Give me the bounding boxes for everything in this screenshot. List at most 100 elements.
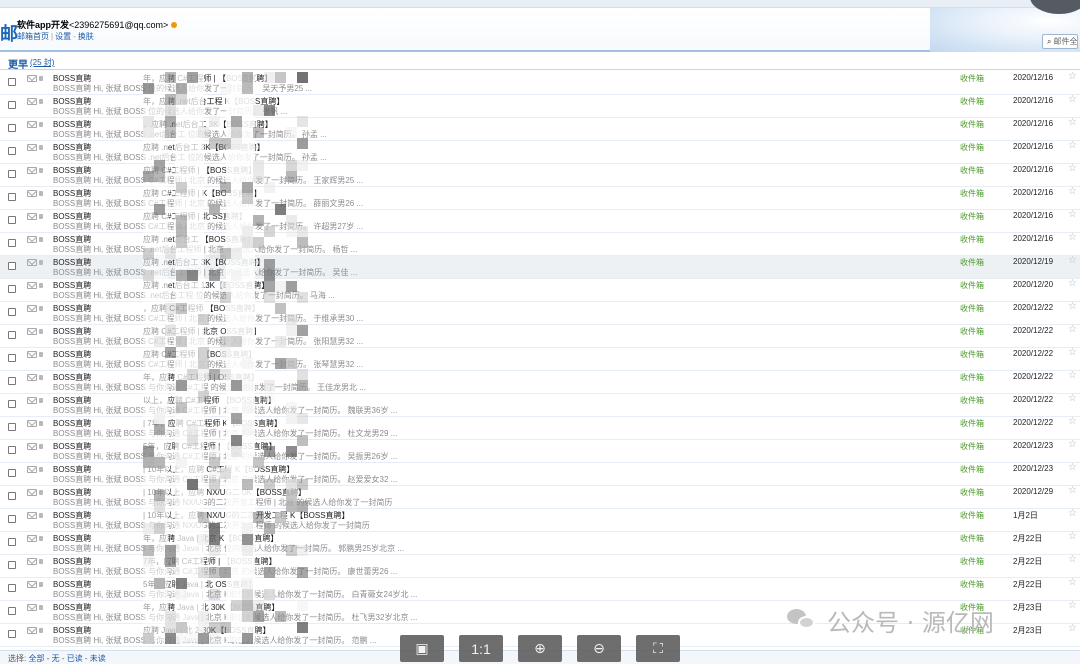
row-checkbox[interactable] (8, 630, 16, 638)
mail-row[interactable]: BOSS直聘 应聘 C#工程师 | 北 SS直聘】 BOSS直聘 Hi, 张斌 BO… (0, 210, 1080, 233)
mail-row[interactable]: BOSS直聘 | 7年，应聘 C#工程师 K【BOSS直聘】 BOSS直聘 Hi, … (0, 417, 1080, 440)
row-checkbox[interactable] (8, 285, 16, 293)
mail-row[interactable]: BOSS直聘 应聘 .net后台工 13K【BOSS直聘】 BOSS直聘 Hi, 张… (0, 279, 1080, 302)
mail-row[interactable]: BOSS直聘 ，应聘 .net后台工 3K【BOSS直聘】 BOSS直聘 Hi, 张… (0, 118, 1080, 141)
mail-row[interactable]: BOSS直聘 | 10年以上，应聘 NX/UG二 0K【BOSS直聘】 BOSS直聘… (0, 486, 1080, 509)
viewer-actual-size-button[interactable]: 1:1 (459, 635, 503, 662)
star-icon[interactable]: ☆ (1068, 118, 1077, 128)
star-icon[interactable]: ☆ (1068, 624, 1077, 634)
mail-date: 2020/12/16 (1013, 234, 1054, 243)
mail-preview: BOSS直聘 Hi, 张斌 BOSS .net后台工 位的候选人给你发了一封简历… (53, 130, 327, 139)
star-icon[interactable]: ☆ (1068, 279, 1077, 289)
viewer-zoom-out-button[interactable]: ⊖ (577, 635, 621, 662)
star-icon[interactable]: ☆ (1068, 164, 1077, 174)
select-unread[interactable]: 未读 (90, 654, 106, 663)
row-checkbox[interactable] (8, 239, 16, 247)
star-icon[interactable]: ☆ (1068, 325, 1077, 335)
row-checkbox[interactable] (8, 607, 16, 615)
star-icon[interactable]: ☆ (1068, 463, 1077, 473)
row-checkbox[interactable] (8, 584, 16, 592)
select-all[interactable]: 全部 (28, 654, 44, 663)
row-checkbox[interactable] (8, 147, 16, 155)
star-icon[interactable]: ☆ (1068, 141, 1077, 151)
mail-row[interactable]: BOSS直聘 应聘 .net后台工 【BOSS直聘】 BOSS直聘 Hi, 张斌 B… (0, 233, 1080, 256)
star-icon[interactable]: ☆ (1068, 210, 1077, 220)
star-icon[interactable]: ☆ (1068, 532, 1077, 542)
link-settings[interactable]: 设置 (55, 32, 71, 41)
row-checkbox[interactable] (8, 538, 16, 546)
select-read[interactable]: 已读 (67, 654, 83, 663)
mail-row[interactable]: BOSS直聘 以上，应聘 C#工程师 【BOSS直聘】 BOSS直聘 Hi, 张斌 … (0, 394, 1080, 417)
mail-row[interactable]: BOSS直聘 年，应聘 .net后台工程 K【BOSS直聘】 BOSS直聘 Hi, … (0, 95, 1080, 118)
mail-row[interactable]: BOSS直聘 ，应聘 C#工程师 【BOSS直聘】 BOSS直聘 Hi, 张斌 BO… (0, 302, 1080, 325)
mail-date: 2020/12/29 (1013, 487, 1054, 496)
row-checkbox[interactable] (8, 354, 16, 362)
row-checkbox[interactable] (8, 331, 16, 339)
mail-folder: 收件箱 (960, 373, 984, 382)
mail-row[interactable]: BOSS直聘 年，应聘 C#工程师 | OSS直聘】 BOSS直聘 Hi, 张斌 B… (0, 371, 1080, 394)
group-count[interactable]: (25 封) (30, 57, 54, 68)
row-checkbox[interactable] (8, 446, 16, 454)
mail-row[interactable]: BOSS直聘 应聘 C#工程师 | 【BOSS直聘】 BOSS直聘 Hi, 张斌 B… (0, 348, 1080, 371)
star-icon[interactable]: ☆ (1068, 72, 1077, 82)
search-input[interactable]: ⌕ 邮件全 (1042, 34, 1078, 49)
row-checkbox[interactable] (8, 515, 16, 523)
mail-row[interactable]: BOSS直聘 应聘 C#工程师 | K【BOSS直聘】 BOSS直聘 Hi, 张斌 … (0, 187, 1080, 210)
star-icon[interactable]: ☆ (1068, 601, 1077, 611)
row-checkbox[interactable] (8, 124, 16, 132)
mail-row[interactable]: BOSS直聘 5年，应聘 C#工程师 | 【BOSS直聘】 BOSS直聘 Hi, 张… (0, 440, 1080, 463)
star-icon[interactable]: ☆ (1068, 256, 1077, 266)
star-icon[interactable]: ☆ (1068, 95, 1077, 105)
mail-preview: BOSS直聘 Hi, 张斌 BOSS 与你沟通 C#工程师 | 北京 的候选人给… (53, 429, 398, 438)
watermark: 公众号 · 源亿网 (787, 600, 994, 640)
row-checkbox[interactable] (8, 216, 16, 224)
row-checkbox[interactable] (8, 423, 16, 431)
mail-row[interactable]: BOSS直聘 | 10年以上，应聘 C#工程 K【BOSS直聘】 BOSS直聘 Hi… (0, 463, 1080, 486)
row-checkbox[interactable] (8, 469, 16, 477)
envelope-icon (27, 282, 37, 289)
star-icon[interactable]: ☆ (1068, 486, 1077, 496)
star-icon[interactable]: ☆ (1068, 440, 1077, 450)
mail-preview: BOSS直聘 Hi, 张斌 BOSS 与你沟通 C#工程师 | 北京 的候选人给… (53, 567, 398, 576)
mail-row[interactable]: BOSS直聘 应聘 C#工程师 | 北京 OSS直聘】 BOSS直聘 Hi, 张斌 … (0, 325, 1080, 348)
link-mail-home[interactable]: 邮箱首页 (17, 32, 49, 41)
select-none[interactable]: 无 (52, 654, 60, 663)
mail-folder: 收件箱 (960, 97, 984, 106)
row-checkbox[interactable] (8, 308, 16, 316)
envelope-icon (27, 75, 37, 82)
mail-row[interactable]: BOSS直聘 | 10年以上，应聘 NX/UG的二次开发工程 K【BOSS直聘】 B… (0, 509, 1080, 532)
star-icon[interactable]: ☆ (1068, 509, 1077, 519)
viewer-fit-button[interactable]: ⛶ (636, 635, 680, 662)
image-icon: ▣ (415, 640, 429, 656)
star-icon[interactable]: ☆ (1068, 371, 1077, 381)
viewer-zoom-in-button[interactable]: ⊕ (518, 635, 562, 662)
row-checkbox[interactable] (8, 400, 16, 408)
star-icon[interactable]: ☆ (1068, 394, 1077, 404)
mail-row[interactable]: BOSS直聘 年，应聘 C#工程师 | 【BOSS直聘】 BOSS直聘 Hi, 张斌… (0, 72, 1080, 95)
mail-row[interactable]: BOSS直聘 5年，应聘 Java | 北 OSS直聘】 BOSS直聘 Hi, 张斌… (0, 578, 1080, 601)
row-checkbox[interactable] (8, 561, 16, 569)
mail-row[interactable]: BOSS直聘 应聘 .net后台工 3K【BOSS直聘】 BOSS直聘 Hi, 张斌… (0, 256, 1080, 279)
row-checkbox[interactable] (8, 101, 16, 109)
star-icon[interactable]: ☆ (1068, 233, 1077, 243)
row-checkbox[interactable] (8, 492, 16, 500)
mail-row[interactable]: BOSS直聘 7年，应聘 C#工程师 | 【BOSS直聘】 BOSS直聘 Hi, 张… (0, 555, 1080, 578)
row-checkbox[interactable] (8, 262, 16, 270)
mail-row[interactable]: BOSS直聘 应聘 .net后台工 3K【BOSS直聘】 BOSS直聘 Hi, 张斌… (0, 141, 1080, 164)
link-skin[interactable]: 换肤 (78, 32, 94, 41)
star-icon[interactable]: ☆ (1068, 417, 1077, 427)
star-icon[interactable]: ☆ (1068, 187, 1077, 197)
star-icon[interactable]: ☆ (1068, 578, 1077, 588)
row-checkbox[interactable] (8, 78, 16, 86)
mail-row[interactable]: BOSS直聘 应聘 C#工程师 | 【BOSS直聘】 BOSS直聘 Hi, 张斌 B… (0, 164, 1080, 187)
star-icon[interactable]: ☆ (1068, 348, 1077, 358)
row-checkbox[interactable] (8, 193, 16, 201)
star-icon[interactable]: ☆ (1068, 302, 1077, 312)
mail-date: 2020/12/22 (1013, 303, 1054, 312)
viewer-original-button[interactable]: ▣ (400, 635, 444, 662)
star-icon[interactable]: ☆ (1068, 555, 1077, 565)
row-checkbox[interactable] (8, 170, 16, 178)
mail-row[interactable]: BOSS直聘 年，应聘 Java | 北京 K【BOSS直聘】 BOSS直聘 Hi,… (0, 532, 1080, 555)
row-checkbox[interactable] (8, 377, 16, 385)
mail-date: 2020/12/16 (1013, 96, 1054, 105)
